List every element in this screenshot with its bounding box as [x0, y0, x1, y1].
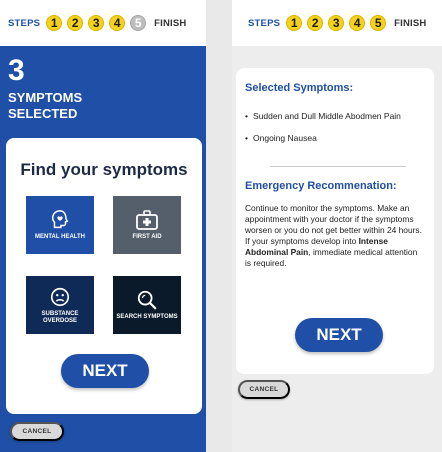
step-3: 3: [88, 15, 105, 31]
symptom-count-label: SYMPTOMS SELECTED: [8, 90, 83, 121]
steps-progress-bar: STEPS 1 2 3 4 5 FINISH: [0, 0, 206, 46]
step-1: 1: [286, 15, 303, 31]
substance-overdose-tile[interactable]: SUBSTANCE OVERDOSE: [26, 276, 94, 334]
search-symptoms-tile[interactable]: SEARCH SYMPTOMS: [113, 276, 181, 334]
finish-label: FINISH: [154, 17, 187, 29]
sick-face-icon: [50, 287, 70, 306]
right-screen: STEPS 1 2 3 4 5 FINISH Selected Symptoms…: [232, 0, 442, 452]
recommendation-text-part: Continue to monitor the symptoms. Make a…: [245, 203, 422, 246]
step-3: 3: [328, 15, 345, 31]
head-heart-icon: [51, 210, 69, 229]
steps-label: STEPS: [8, 17, 41, 29]
tile-label: SUBSTANCE OVERDOSE: [41, 310, 79, 324]
finish-label: FINISH: [394, 17, 427, 29]
divider: [270, 166, 406, 167]
symptom-category-card: Find your symptoms MENTAL HEALTH FIRST A…: [6, 138, 202, 414]
step-4: 4: [349, 15, 366, 31]
list-item: Ongoing Nausea: [245, 130, 425, 146]
first-aid-kit-icon: [136, 210, 158, 230]
step-5: 5: [370, 15, 387, 31]
tile-label: FIRST AID: [132, 234, 162, 240]
selected-symptoms-list: Sudden and Dull Middle Abodmen Pain Ongo…: [245, 108, 425, 146]
next-button[interactable]: NEXT: [61, 354, 149, 388]
step-5: 5: [130, 15, 147, 31]
next-button[interactable]: NEXT: [295, 318, 383, 352]
left-screen: STEPS 1 2 3 4 5 FINISH 3 SYMPTOMS SELECT…: [0, 0, 206, 452]
recommendation-text: Continue to monitor the symptoms. Make a…: [245, 203, 425, 269]
cancel-button[interactable]: CANCEL: [10, 422, 64, 441]
step-2: 2: [67, 15, 84, 31]
cancel-button[interactable]: CANCEL: [238, 380, 290, 399]
emergency-recommendation-heading: Emergency Recommenation:: [245, 180, 397, 192]
tile-label: SEARCH SYMPTOMS: [116, 314, 178, 320]
steps-label: STEPS: [248, 17, 281, 29]
tile-label: MENTAL HEALTH: [35, 234, 85, 240]
selected-symptoms-heading: Selected Symptoms:: [245, 82, 354, 94]
step-4: 4: [109, 15, 126, 31]
step-2: 2: [307, 15, 324, 31]
search-symptoms-icon: [137, 290, 157, 310]
symptom-count: 3: [8, 54, 25, 87]
card-title: Find your symptoms: [20, 160, 188, 179]
recommendation-card: Selected Symptoms: Sudden and Dull Middl…: [236, 68, 434, 374]
list-item: Sudden and Dull Middle Abodmen Pain: [245, 108, 425, 124]
steps-progress-bar: STEPS 1 2 3 4 5 FINISH: [232, 0, 442, 46]
first-aid-tile[interactable]: FIRST AID: [113, 196, 181, 254]
step-1: 1: [46, 15, 63, 31]
mental-health-tile[interactable]: MENTAL HEALTH: [26, 196, 94, 254]
